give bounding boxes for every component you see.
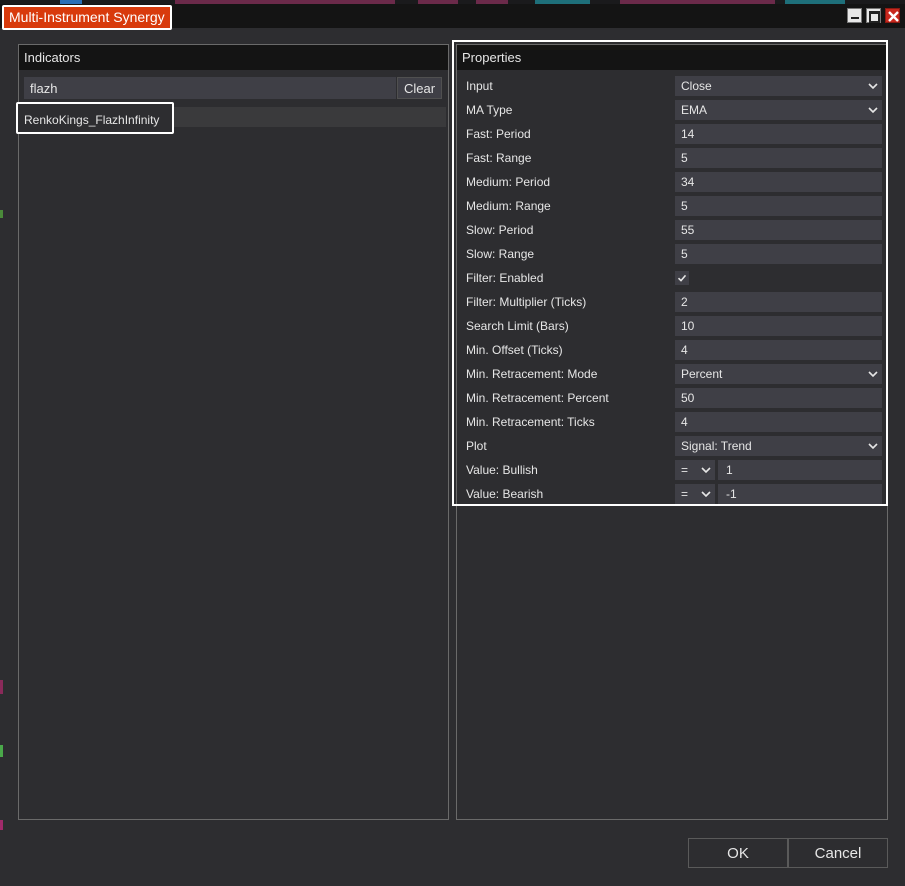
bullish-operator-select[interactable]: =	[675, 460, 715, 480]
property-label: Min. Retracement: Mode	[466, 367, 598, 381]
ma-type-select-value: EMA	[681, 103, 708, 117]
property-row-retracement-percent: Min. Retracement: Percent 50	[462, 386, 882, 410]
property-label: Search Limit (Bars)	[466, 319, 569, 333]
indicator-result-item[interactable]: RenkoKings_FlazhInfinity	[16, 102, 174, 134]
chevron-down-icon	[868, 107, 878, 114]
checkmark-icon	[677, 274, 687, 282]
indicators-panel: Indicators Clear	[18, 44, 449, 820]
close-icon[interactable]	[885, 8, 900, 23]
property-label: Min. Offset (Ticks)	[466, 343, 563, 357]
bullish-operator-value: =	[681, 463, 689, 477]
filter-enabled-checkbox[interactable]	[675, 271, 689, 285]
cancel-button[interactable]: Cancel	[788, 838, 888, 868]
property-row-retracement-ticks: Min. Retracement: Ticks 4	[462, 410, 882, 434]
medium-period-field[interactable]: 34	[675, 172, 882, 192]
chevron-down-icon	[701, 467, 711, 474]
property-label: Filter: Enabled	[466, 271, 544, 285]
search-input[interactable]	[24, 77, 396, 99]
chevron-down-icon	[868, 443, 878, 450]
property-row-search-limit: Search Limit (Bars) 10	[462, 314, 882, 338]
properties-header: Properties	[457, 45, 887, 70]
filter-multiplier-field[interactable]: 2	[675, 292, 882, 312]
property-label: Input	[466, 79, 493, 93]
slow-range-field[interactable]: 5	[675, 244, 882, 264]
property-label: Slow: Range	[466, 247, 535, 261]
property-row-medium-period: Medium: Period 34	[462, 170, 882, 194]
property-row-ma-type: MA Type EMA	[462, 98, 882, 122]
bullish-value-field[interactable]: 1	[718, 460, 882, 480]
edge-mark	[0, 210, 3, 218]
chevron-down-icon	[701, 491, 711, 498]
retracement-ticks-field[interactable]: 4	[675, 412, 882, 432]
plot-select-value: Signal: Trend	[681, 439, 752, 453]
chevron-down-icon	[868, 371, 878, 378]
property-label: Min. Retracement: Ticks	[466, 415, 595, 429]
ok-button[interactable]: OK	[688, 838, 788, 868]
search-limit-field[interactable]: 10	[675, 316, 882, 336]
property-label: Value: Bullish	[466, 463, 538, 477]
medium-range-field[interactable]: 5	[675, 196, 882, 216]
property-label: Fast: Range	[466, 151, 532, 165]
property-label: Filter: Multiplier (Ticks)	[466, 295, 587, 309]
property-label: Slow: Period	[466, 223, 534, 237]
property-row-slow-period: Slow: Period 55	[462, 218, 882, 242]
filter-enabled-cell	[675, 268, 882, 288]
min-offset-field[interactable]: 4	[675, 340, 882, 360]
input-select-value: Close	[681, 79, 712, 93]
property-row-filter-enabled: Filter: Enabled	[462, 266, 882, 290]
ma-type-select[interactable]: EMA	[675, 100, 882, 120]
edge-mark	[0, 745, 3, 757]
property-label: MA Type	[466, 103, 513, 117]
retracement-mode-select[interactable]: Percent	[675, 364, 882, 384]
edge-mark	[0, 820, 3, 830]
indicators-header: Indicators	[19, 45, 448, 70]
property-row-slow-range: Slow: Range 5	[462, 242, 882, 266]
property-row-input: Input Close	[462, 74, 882, 98]
property-row-retracement-mode: Min. Retracement: Mode Percent	[462, 362, 882, 386]
property-row-value-bearish: Value: Bearish = -1	[462, 482, 882, 506]
fast-period-field[interactable]: 14	[675, 124, 882, 144]
bearish-operator-select[interactable]: =	[675, 484, 715, 504]
property-label: Min. Retracement: Percent	[466, 391, 609, 405]
property-row-filter-multiplier: Filter: Multiplier (Ticks) 2	[462, 290, 882, 314]
slow-period-field[interactable]: 55	[675, 220, 882, 240]
input-select[interactable]: Close	[675, 76, 882, 96]
bearish-value-field[interactable]: -1	[718, 484, 882, 504]
property-row-medium-range: Medium: Range 5	[462, 194, 882, 218]
property-label: Fast: Period	[466, 127, 531, 141]
edge-mark	[0, 680, 3, 694]
fast-range-field[interactable]: 5	[675, 148, 882, 168]
property-row-fast-range: Fast: Range 5	[462, 146, 882, 170]
property-label: Medium: Period	[466, 175, 551, 189]
minimize-icon[interactable]	[847, 8, 862, 23]
property-label: Plot	[466, 439, 487, 453]
retracement-mode-value: Percent	[681, 367, 723, 381]
title-bar[interactable]: Multi-Instrument Synergy	[0, 4, 905, 30]
maximize-icon[interactable]	[866, 8, 881, 23]
retracement-percent-field[interactable]: 50	[675, 388, 882, 408]
window-title: Multi-Instrument Synergy	[2, 5, 172, 30]
chevron-down-icon	[868, 83, 878, 90]
property-row-fast-period: Fast: Period 14	[462, 122, 882, 146]
property-row-value-bullish: Value: Bullish = 1	[462, 458, 882, 482]
property-row-min-offset: Min. Offset (Ticks) 4	[462, 338, 882, 362]
property-row-plot: Plot Signal: Trend	[462, 434, 882, 458]
property-label: Value: Bearish	[466, 487, 544, 501]
bearish-operator-value: =	[681, 487, 689, 501]
property-label: Medium: Range	[466, 199, 551, 213]
clear-button[interactable]: Clear	[397, 77, 442, 99]
plot-select[interactable]: Signal: Trend	[675, 436, 882, 456]
